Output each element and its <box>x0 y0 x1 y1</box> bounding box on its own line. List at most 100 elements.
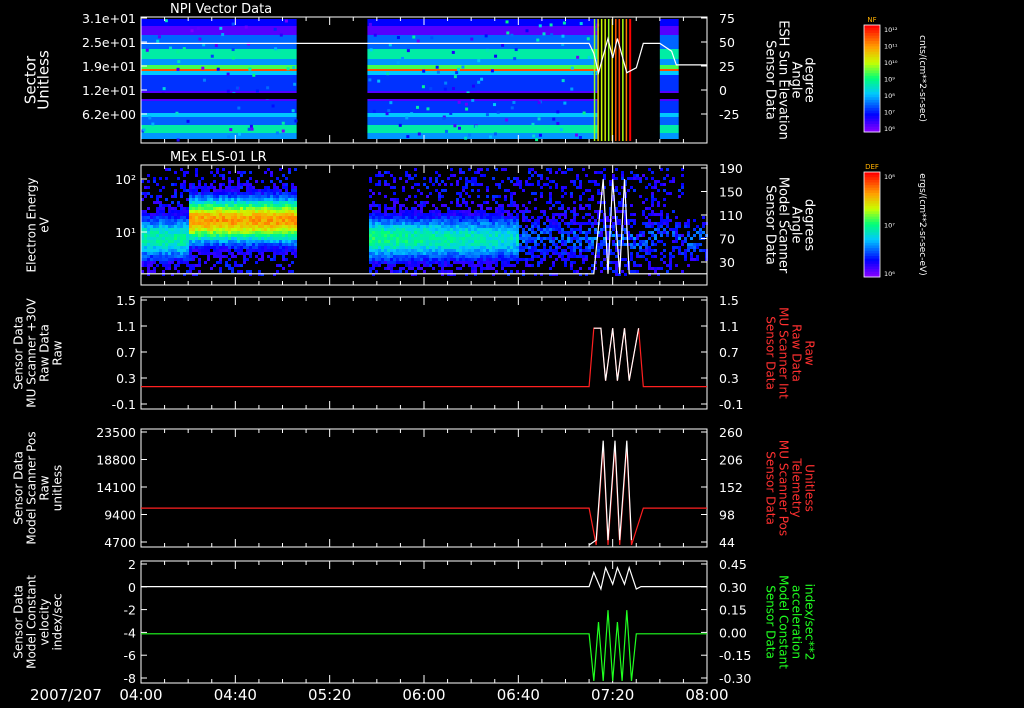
y-tick-label: 23500 <box>96 425 136 440</box>
right-y-axis-label-line: Sensor Data <box>764 585 778 659</box>
right-y-tick-label: -0.30 <box>719 671 751 686</box>
right-y-tick-label: 110 <box>719 208 743 223</box>
right-y-axis-label-line: degrees <box>802 199 817 252</box>
right-y-tick-label: -0.1 <box>719 397 743 412</box>
panel-title: MEx ELS-01 LR <box>170 150 267 165</box>
panel-frame <box>140 428 708 548</box>
colorbar-1: NF 10¹² 10¹¹ 10¹⁰ 10⁹ 10⁸ 10⁷ 10⁶ cnts/(cm**2-sr… <box>863 16 927 133</box>
time-tick-label: 07:20 <box>591 686 634 704</box>
colorbar-tick-label: 10⁸ <box>884 92 895 100</box>
y-tick-label: 6.2e+00 <box>82 107 136 122</box>
time-tick-label: 08:00 <box>685 686 728 704</box>
right-y-axis-label: Sensor Data Model Constant acceleration ind… <box>764 575 817 669</box>
y-axis-label-line: eV <box>38 216 52 232</box>
y-axis-label: SectorUnitless <box>22 50 53 110</box>
right-y-tick-label: 25 <box>719 59 735 74</box>
y-tick-label: 2 <box>128 557 136 572</box>
colorbar-2: DEF 10⁸ 10⁷ 10⁶ ergs/(cm**2-sr-sec-eV) <box>863 163 927 278</box>
y-tick-label: 1.5 <box>116 293 136 308</box>
right-y-axis-label-line: Sensor Data <box>764 451 778 525</box>
y-tick-label: 0.3 <box>116 371 136 386</box>
y-tick-label: 10² <box>115 172 136 187</box>
colorbar-tick-label: 10¹¹ <box>884 43 898 51</box>
colorbar-tick-label: 10⁶ <box>884 125 895 133</box>
y-axis-label-line: Sensor Data <box>12 451 26 525</box>
colorbar-unit: cnts/(cm**2-sr-sec) <box>917 35 927 122</box>
y-tick-label: -0.1 <box>112 397 136 412</box>
right-y-tick-label: 150 <box>719 185 743 200</box>
y-tick-label: 18800 <box>96 453 136 468</box>
chart-title: NPI Vector Data <box>170 2 272 17</box>
right-y-axis-label: Sensor DataESH Sun ElevationAngledegree <box>763 20 817 140</box>
right-y-axis-label-line: Telemetry <box>790 457 804 517</box>
y-axis-label-line: velocity <box>38 599 52 646</box>
colorbar-unit: ergs/(cm**2-sr-sec-eV) <box>917 173 927 275</box>
right-y-tick-label: 206 <box>719 453 743 468</box>
y-tick-label: -8 <box>124 671 137 686</box>
series-line-1 <box>141 445 707 546</box>
colorbar-tick-label: 10⁹ <box>884 76 895 84</box>
colorbar-tick-label: 10⁶ <box>884 270 895 278</box>
y-axis-label-line: index/sec <box>51 593 65 650</box>
right-y-axis-label-line: Unitless <box>803 464 817 512</box>
y-axis-label: Sensor Data Model Scanner Pos Raw unitless <box>12 431 65 544</box>
right-y-axis-label-line: Angle <box>789 207 804 244</box>
right-y-tick-label: 190 <box>719 161 743 176</box>
colorbar-unit-label: ergs/(cm**2-sr-sec-eV) <box>917 173 927 275</box>
colorbar-unit-label: cnts/(cm**2-sr-sec) <box>917 35 927 122</box>
y-tick-label: 14100 <box>96 480 136 495</box>
plot-window: NPI Vector Data 2007/207 04:00 04:40 05:20 06… <box>0 0 1024 708</box>
y-tick-label: 1.9e+01 <box>82 59 136 74</box>
y-tick-label: 4700 <box>104 535 136 550</box>
y-axis-label-line: Model Scanner Pos <box>25 431 39 544</box>
time-tick-label: 04:40 <box>214 686 257 704</box>
y-tick-label: 3.1e+01 <box>82 11 136 26</box>
right-y-tick-label: 0.7 <box>719 345 739 360</box>
right-y-tick-label: 75 <box>719 11 735 26</box>
y-tick-label: 2.5e+01 <box>82 35 136 50</box>
y-tick-label: 1.2e+01 <box>82 83 136 98</box>
right-y-axis-label-line: Model Scanner <box>776 177 791 274</box>
right-y-axis-label-line: Model Constant <box>777 575 791 669</box>
right-y-tick-label: 0.45 <box>719 557 747 572</box>
y-tick-label: -2 <box>124 603 136 618</box>
y-axis-label-line: Sensor Data <box>12 585 26 659</box>
right-y-tick-label: -25 <box>719 107 739 122</box>
right-y-tick-label: 0.30 <box>719 580 747 595</box>
y-axis-label: Sensor Data Model Constant velocity index/s… <box>12 575 65 669</box>
y-tick-label: 10¹ <box>115 225 136 240</box>
right-y-axis-label-line: acceleration <box>790 585 804 659</box>
right-y-axis-label: Sensor Data MU Scanner Int Raw Data Raw <box>764 307 817 399</box>
right-y-tick-label: 30 <box>719 255 735 270</box>
right-y-tick-label: 1.5 <box>719 293 739 308</box>
y-tick-label: 9400 <box>104 508 136 523</box>
right-y-axis-label-line: ESH Sun Elevation <box>776 20 791 140</box>
right-y-tick-label: 1.1 <box>719 319 739 334</box>
y-axis-label-line: Sensor Data <box>12 316 26 390</box>
right-y-tick-label: 0.15 <box>719 603 747 618</box>
right-y-tick-label: -0.15 <box>719 648 751 663</box>
date-label: 2007/207 <box>30 686 102 704</box>
stacked-time-series-plot: NPI Vector Data2007/207 04:00 04:40 05:20 06… <box>12 2 928 704</box>
y-axis-label-line: Unitless <box>35 50 53 110</box>
right-y-tick-label: 260 <box>719 425 743 440</box>
right-y-axis-label-line: degree <box>802 57 817 103</box>
right-y-axis-label-line: Sensor Data <box>763 185 778 265</box>
colorbar-title: NF <box>867 16 876 24</box>
right-y-tick-label: 98 <box>719 508 735 523</box>
time-tick-label: 05:20 <box>308 686 351 704</box>
y-axis-label-line: Electron Energy <box>25 177 39 272</box>
panel-frame <box>140 296 708 410</box>
panel-4: 23500 18800 14100 9400 4700 260 206 152 98 44 Sens… <box>12 425 817 550</box>
colorbar-tick-label: 10¹⁰ <box>884 59 898 67</box>
colorbar-tick-label: 10⁷ <box>884 109 895 117</box>
right-y-axis-label-line: Raw Data <box>790 324 804 382</box>
series-line-2 <box>141 610 707 682</box>
right-y-axis-label-line: MU Scanner Pos <box>777 440 791 536</box>
y-tick-label: 0.7 <box>116 345 136 360</box>
right-y-tick-label: 152 <box>719 480 743 495</box>
colorbar-tick-label: 10⁸ <box>884 173 895 181</box>
right-y-axis-label-line: Sensor Data <box>764 316 778 390</box>
panel-3: 1.5 1.1 0.7 0.3 -0.1 1.5 1.1 0.7 0.3 -0.1 Sensor D… <box>12 293 817 412</box>
y-axis-label-line: unitless <box>51 465 65 511</box>
